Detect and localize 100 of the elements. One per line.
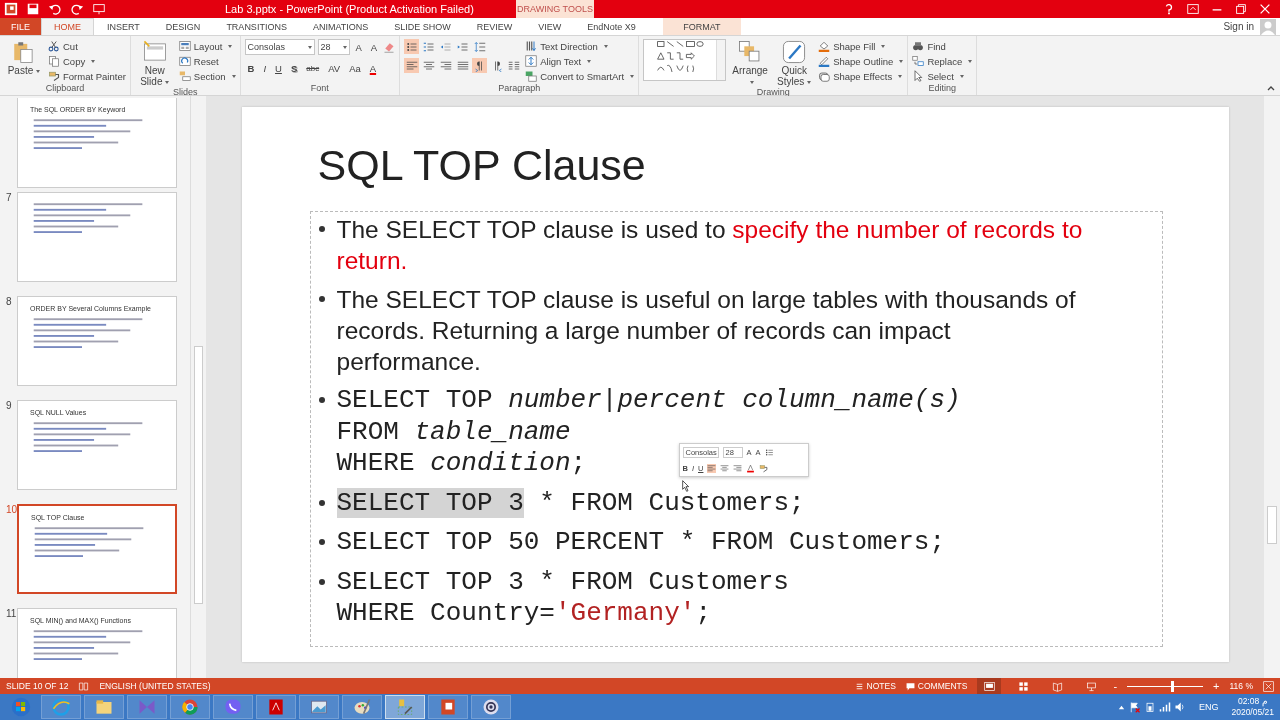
justify-icon	[456, 59, 469, 72]
spell-check-icon[interactable]	[78, 680, 90, 692]
restore-icon[interactable]	[1234, 1, 1248, 16]
smartart-icon	[525, 70, 538, 83]
view-button[interactable]	[977, 678, 1002, 695]
group-label: Clipboard	[44, 83, 86, 96]
ribbon-button[interactable]: Align Text	[525, 54, 635, 69]
paragraph-format-button[interactable]	[472, 39, 488, 55]
shapes-gallery[interactable]	[643, 39, 727, 82]
paragraph-format-button[interactable]	[404, 39, 420, 55]
ribbon-button[interactable]: Cut	[48, 39, 126, 54]
slide-thumbnail[interactable]	[17, 192, 177, 283]
align-right-icon[interactable]	[733, 464, 743, 474]
bullet-text: The SELECT TOP clause is used to specify the number of records to return.	[336, 215, 1084, 277]
paragraph-format-button[interactable]	[472, 58, 488, 74]
comments-button[interactable]: COMMENTS	[905, 681, 968, 692]
paragraph-format-button[interactable]	[404, 58, 420, 74]
ribbon-button[interactable]: Convert to SmartArt	[525, 69, 635, 84]
align-left-icon[interactable]	[707, 464, 717, 474]
zoom-level[interactable]: 116 %	[1229, 681, 1253, 692]
ribbon-tab[interactable]: EndNote X9	[574, 17, 649, 36]
ribbon-button[interactable]: Shape Effects	[818, 69, 904, 84]
ribbon-tab[interactable]: TRANSITIONS	[213, 17, 300, 36]
window-title: Lab 3.pptx - PowerPoint (Product Activation Failed)	[225, 2, 474, 15]
ribbon-tab[interactable]: ANIMATIONS	[299, 17, 382, 36]
ribbon-button[interactable]: Paste	[4, 39, 44, 77]
clock-time[interactable]: 02:08 م	[1237, 696, 1268, 708]
ribbon-tab[interactable]: SLIDE SHOW	[381, 17, 464, 36]
slide-number: 9	[6, 400, 13, 414]
ribbon-tab[interactable]: VIEW	[525, 17, 575, 36]
code-line: FROM table_name	[336, 416, 571, 449]
increase-font-button[interactable]: A	[352, 40, 365, 55]
globe-icon[interactable]	[51, 697, 71, 718]
zoom-slider-thumb[interactable]	[1171, 680, 1175, 692]
ribbon-button[interactable]: Shape Outline	[818, 54, 904, 69]
ribbon-button[interactable]: Format Painter	[48, 69, 126, 84]
comment-icon	[905, 681, 915, 691]
save-icon[interactable]	[26, 1, 40, 16]
font-style-button[interactable]: A	[366, 61, 380, 76]
start-presentation-icon[interactable]	[92, 1, 106, 16]
fit-to-window-icon[interactable]	[1263, 680, 1274, 692]
vertical-scrollbar[interactable]	[1264, 96, 1280, 679]
ribbon-options-icon[interactable]	[1186, 1, 1200, 16]
decrease-font-button[interactable]: A	[367, 40, 381, 55]
volume-icon[interactable]	[1173, 701, 1186, 714]
input-language[interactable]: ENG	[1198, 702, 1219, 713]
notes-button[interactable]: NOTES	[854, 681, 896, 692]
slide-title[interactable]: SQL TOP Clause	[309, 141, 1163, 212]
ribbon-button[interactable]: Text Direction	[525, 39, 635, 54]
group-label: Paragraph	[497, 83, 542, 96]
ribbon-button[interactable]: Shape Fill	[818, 39, 904, 54]
font-style-button[interactable]: B	[244, 61, 258, 76]
ribbon-tab[interactable]: REVIEW	[463, 17, 526, 36]
increase-indent-icon	[456, 40, 469, 53]
ribbon-button[interactable]: Section	[178, 69, 236, 84]
font-style-button[interactable]: Aa	[346, 61, 364, 76]
font-style-button[interactable]: U	[272, 61, 285, 76]
ribbon-button[interactable]: Select	[912, 69, 973, 84]
bullet-icon	[318, 226, 325, 233]
font-name-field[interactable]: Consolas	[244, 39, 315, 56]
font-color-icon[interactable]	[746, 464, 756, 474]
document-icon[interactable]	[266, 697, 286, 718]
font-style-button[interactable]: I	[260, 61, 270, 76]
bullet-icon	[318, 397, 325, 404]
flag-icon[interactable]	[1128, 701, 1141, 714]
ribbon-button[interactable]: Layout	[178, 39, 236, 54]
bullet-icon	[318, 296, 325, 303]
font-style-button[interactable]: S	[287, 61, 301, 76]
font-size-field[interactable]: 28	[317, 39, 350, 56]
brush-icon[interactable]	[759, 464, 769, 474]
ribbon-button[interactable]: Quick Styles	[774, 39, 815, 88]
thumbnail-scrollbar[interactable]	[190, 96, 206, 679]
slide-number: 8	[6, 296, 13, 310]
font-style-button[interactable]: AV	[325, 61, 344, 76]
ribbon-button[interactable]: Arrange	[730, 39, 771, 88]
group-label: Slides	[171, 87, 199, 98]
ribbon-button[interactable]: Copy	[48, 54, 126, 69]
clock-date[interactable]: 2020/05/21	[1231, 707, 1274, 719]
language-indicator[interactable]: ENGLISH (UNITED STATES)	[99, 681, 211, 692]
ribbon-button[interactable]: Replace	[912, 54, 973, 69]
zoom-out-button[interactable]: -	[1113, 680, 1118, 693]
code-line: WHERE condition;	[336, 448, 587, 480]
eraser-icon[interactable]	[383, 41, 396, 54]
tools-icon[interactable]	[395, 697, 415, 718]
text-direction-icon	[525, 40, 538, 53]
sign-in-link[interactable]: Sign in	[1223, 21, 1254, 33]
ribbon-button[interactable]: Reset	[178, 54, 236, 69]
font-style-button[interactable]: abc	[303, 61, 323, 76]
ribbon-button[interactable]: New Slide	[134, 39, 175, 88]
presentation-icon[interactable]	[4, 1, 18, 16]
ring-icon[interactable]	[180, 697, 200, 718]
align-center-icon[interactable]	[720, 464, 730, 474]
ribbon-tab[interactable]: INSERT	[94, 17, 153, 36]
start-button[interactable]	[11, 697, 31, 718]
bullets-icon[interactable]	[764, 448, 774, 458]
presentation-icon[interactable]	[438, 697, 458, 718]
ribbon-tab[interactable]: DESIGN	[152, 17, 214, 36]
zoom-in-button[interactable]: +	[1213, 680, 1220, 693]
signal-icon[interactable]	[1158, 701, 1171, 714]
ribbon-button[interactable]: Find	[912, 39, 973, 54]
